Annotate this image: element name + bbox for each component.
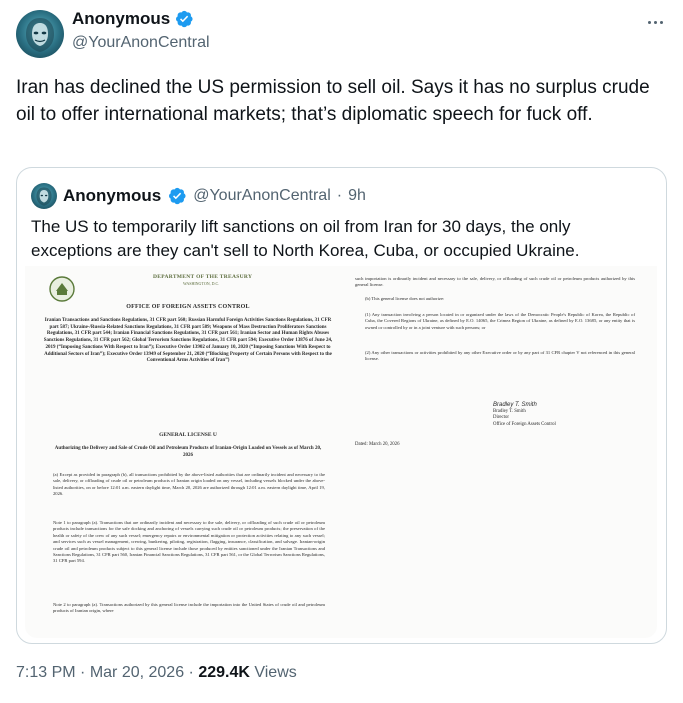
quoted-handle: @YourAnonCentral [193,187,331,204]
document-paragraph-b2: (2) Any other transactions or activities… [365,350,635,362]
views-label: Views [249,664,297,681]
quoted-tweet[interactable]: Anonymous @YourAnonCentral · 9h The US t… [16,167,667,644]
document-license-title: GENERAL LICENSE U [159,432,217,438]
document-signer-name: Bradley T. Smith [493,408,526,414]
treasury-seal-icon [49,276,75,302]
author-name-row: Anonymous [72,9,194,29]
document-office: OFFICE OF FOREIGN ASSETS CONTROL [126,304,250,310]
document-signer-title: Director [493,415,509,421]
document-image[interactable]: DEPARTMENT OF THE TREASURY WASHINGTON, D… [25,266,657,638]
footer-separator: · [184,664,199,681]
tweet-time[interactable]: 7:13 PM [16,664,76,681]
document-dated: Dated: March 20, 2026 [355,442,400,447]
document-regulations: Iranian Transactions and Sanctions Regul… [43,318,333,364]
document-signer-office: Office of Foreign Assets Control [493,421,556,427]
document-signature: Bradley T. Smith [493,402,537,408]
quoted-display-name: Anonymous [63,186,162,205]
views-count[interactable]: 229.4K [198,664,250,681]
quoted-avatar [31,183,57,209]
tweet-footer: 7:13 PM · Mar 20, 2026 · 229.4K Views [16,664,297,682]
tweet-date[interactable]: Mar 20, 2026 [90,664,184,681]
document-note-2: Note 2 to paragraph (a). Transactions au… [53,602,325,614]
avatar[interactable] [16,10,64,58]
quoted-tweet-header: Anonymous @YourAnonCentral · 9h [31,183,366,209]
document-signature-block: Bradley T. Smith Bradley T. Smith Direct… [493,402,556,428]
document-paragraph-b: (b) This general license does not author… [365,296,445,301]
quoted-tweet-text: The US to temporarily lift sanctions on … [31,217,580,260]
document-paragraph-b1: (1) Any transaction involving a person l… [365,312,635,330]
more-options-icon[interactable] [643,10,667,34]
verified-badge-icon [176,10,193,28]
tweet-text: Iran has declined the US permission to s… [16,77,650,125]
document-paragraph-a: (a) Except as provided in paragraph (b),… [53,472,325,497]
footer-separator: · [75,664,90,681]
anonymous-mask-icon [26,18,54,52]
document-department: DEPARTMENT OF THE TREASURY [153,274,253,280]
anonymous-mask-icon [36,187,52,206]
author-display-name[interactable]: Anonymous [72,9,170,29]
document-note-1: Note 1 to paragraph (a). Transactions th… [53,520,325,564]
quoted-time: 9h [348,187,366,204]
document-continuation: such importation is ordinarily incident … [355,276,635,288]
quoted-separator: · [336,187,343,204]
tweet: Anonymous @YourAnonCentral Iran has decl… [0,0,683,703]
document-city: WASHINGTON, D.C. [183,281,220,286]
author-handle[interactable]: @YourAnonCentral [72,34,210,52]
document-page-right: such importation is ordinarily incident … [355,266,645,638]
document-license-subtitle: Authorizing the Delivery and Sale of Cru… [54,446,322,458]
document-page-left: DEPARTMENT OF THE TREASURY WASHINGTON, D… [43,266,333,638]
verified-badge-icon [169,187,186,205]
